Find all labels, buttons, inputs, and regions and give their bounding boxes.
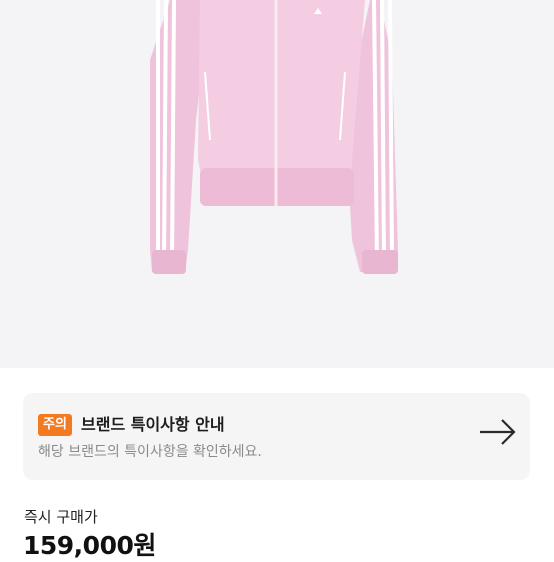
- product-image[interactable]: [0, 0, 554, 368]
- notice-title: 브랜드 특이사항 안내: [81, 415, 225, 434]
- notice-description: 해당 브랜드의 특이사항을 확인하세요.: [38, 444, 262, 460]
- instant-buy-price-label: 즉시 구매가: [24, 508, 98, 526]
- instant-buy-price-value: 159,000원: [23, 531, 156, 560]
- arrow-right-icon[interactable]: [478, 417, 518, 447]
- warning-badge: 주의: [38, 414, 72, 436]
- brand-notice-card[interactable]: 주의 브랜드 특이사항 안내 해당 브랜드의 특이사항을 확인하세요.: [23, 393, 530, 480]
- pink-track-jacket-image: [150, 0, 398, 274]
